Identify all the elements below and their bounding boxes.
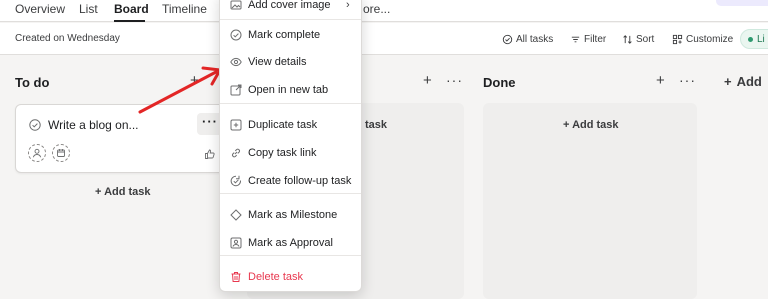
menu-item-label: Create follow-up task <box>248 175 352 187</box>
menu-item-label: Add cover image <box>248 0 331 11</box>
thumbs-up-icon[interactable] <box>204 148 216 160</box>
person-icon <box>32 148 42 158</box>
diamond-icon <box>230 209 242 221</box>
menu-divider <box>220 193 361 194</box>
project-nav: Overview List Board Timeline ore... <box>0 0 768 22</box>
column-more-icon[interactable]: ··· <box>446 72 463 88</box>
duplicate-icon <box>230 119 242 131</box>
created-date: Created on Wednesday <box>15 33 120 44</box>
add-section-button[interactable]: + Add <box>724 74 762 89</box>
plus-icon: + <box>724 74 732 89</box>
customize-label: Customize <box>686 33 734 45</box>
menu-item-create-follow-up[interactable]: Create follow-up task <box>220 169 361 193</box>
board-column-done <box>483 103 697 299</box>
external-link-icon <box>230 84 242 96</box>
all-tasks-label: All tasks <box>516 33 554 45</box>
status-chip[interactable]: Li <box>740 29 768 49</box>
menu-item-label: Mark as Milestone <box>248 209 338 221</box>
menu-item-label: View details <box>248 56 307 68</box>
check-circle-icon <box>230 29 242 41</box>
active-tab-indicator <box>114 20 145 22</box>
tab-more[interactable]: ore... <box>363 2 390 16</box>
menu-item-label: Delete task <box>248 271 304 283</box>
add-section-label: Add <box>736 74 762 89</box>
tab-board[interactable]: Board <box>114 2 149 16</box>
link-icon <box>232 148 240 158</box>
customize-button[interactable]: Customize <box>672 32 733 46</box>
menu-item-label: Mark as Approval <box>248 237 333 249</box>
column-add-icon[interactable]: + <box>423 72 432 89</box>
all-tasks-button[interactable]: All tasks <box>502 32 553 46</box>
filter-label: Filter <box>584 33 607 45</box>
sort-button[interactable]: Sort <box>622 32 654 46</box>
menu-item-add-cover-image[interactable]: Add cover image › <box>220 0 361 17</box>
check-circle-icon <box>502 34 513 44</box>
filter-icon <box>571 36 580 42</box>
chevron-right-icon: › <box>346 0 350 11</box>
task-context-menu: Add cover image › Mark complete View det… <box>219 0 362 292</box>
menu-item-duplicate-task[interactable]: Duplicate task <box>220 113 361 137</box>
menu-divider <box>220 19 361 20</box>
eye-icon <box>230 57 242 67</box>
customize-icon <box>672 34 683 44</box>
approval-icon <box>230 237 242 249</box>
menu-item-copy-task-link[interactable]: Copy task link <box>220 141 361 165</box>
menu-item-label: Copy task link <box>248 147 317 159</box>
column-title-done: Done <box>483 75 516 90</box>
menu-divider <box>220 103 361 104</box>
menu-item-mark-approval[interactable]: Mark as Approval <box>220 231 361 255</box>
assignee-avatar[interactable] <box>28 144 46 162</box>
due-date-button[interactable] <box>52 144 70 162</box>
add-task-button[interactable]: + Add task <box>563 119 619 131</box>
view-toolbar: Created on Wednesday All tasks Filter So… <box>0 23 768 55</box>
annotation-arrow <box>138 66 222 114</box>
column-add-icon[interactable]: + <box>656 72 665 89</box>
status-chip-label: Li <box>757 34 765 45</box>
add-task-button[interactable]: + Add task <box>95 186 151 198</box>
tab-overview[interactable]: Overview <box>15 2 65 16</box>
menu-item-label: Open in new tab <box>248 84 329 96</box>
column-title-todo: To do <box>15 75 50 90</box>
follow-up-icon <box>230 175 242 187</box>
sort-icon <box>623 34 632 44</box>
status-dot <box>748 37 753 42</box>
tab-timeline[interactable]: Timeline <box>162 2 207 16</box>
menu-item-mark-milestone[interactable]: Mark as Milestone <box>220 203 361 227</box>
menu-item-label: Duplicate task <box>248 119 318 131</box>
tab-list[interactable]: List <box>79 2 98 16</box>
menu-item-label: Mark complete <box>248 29 321 41</box>
column-more-icon[interactable]: ··· <box>679 72 696 88</box>
trash-icon <box>231 272 241 282</box>
task-title: Write a blog on... <box>48 118 139 132</box>
menu-divider <box>220 255 361 256</box>
sort-label: Sort <box>636 33 655 45</box>
add-task-button[interactable]: task <box>365 119 387 131</box>
menu-item-view-details[interactable]: View details <box>220 50 361 74</box>
menu-item-open-new-tab[interactable]: Open in new tab <box>220 78 361 102</box>
filter-button[interactable]: Filter <box>570 32 606 46</box>
image-icon <box>230 0 242 10</box>
menu-item-mark-complete[interactable]: Mark complete <box>220 23 361 47</box>
share-button[interactable] <box>716 0 768 6</box>
check-circle-icon[interactable] <box>29 119 41 131</box>
calendar-icon <box>57 149 65 157</box>
menu-item-delete-task[interactable]: Delete task <box>220 265 361 289</box>
